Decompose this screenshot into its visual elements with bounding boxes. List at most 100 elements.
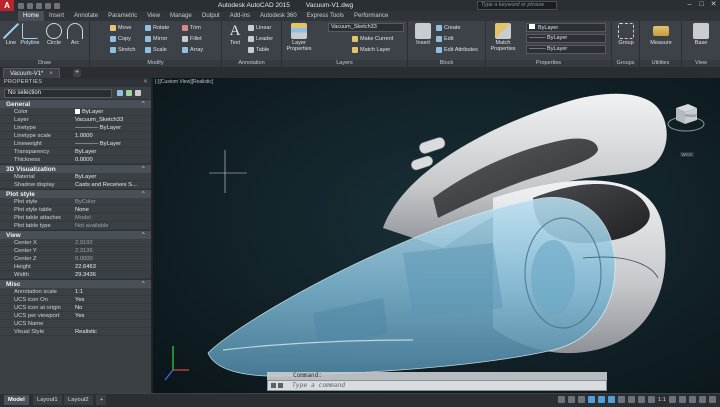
- property-value[interactable]: 1.0000: [61, 132, 151, 139]
- property-row[interactable]: Color ByLayer: [0, 108, 151, 116]
- toggle-pickadd-icon[interactable]: [117, 90, 123, 96]
- property-row[interactable]: Visual Style Realistic: [0, 328, 151, 336]
- circle-button[interactable]: Circle: [43, 23, 65, 46]
- collapse-chevron-icon[interactable]: ⌃: [141, 165, 146, 174]
- measure-button[interactable]: Measure: [648, 23, 674, 46]
- property-row[interactable]: Thickness 0.0000: [0, 156, 151, 164]
- viewport-controls-label[interactable]: [-][Custom View][Realistic]: [155, 79, 213, 85]
- tab-insert[interactable]: Insert: [44, 11, 69, 21]
- draw-panel-title[interactable]: Draw: [0, 60, 89, 67]
- property-value[interactable]: Not available: [61, 222, 151, 229]
- property-value[interactable]: Yes: [61, 312, 151, 319]
- customization-icon[interactable]: [709, 396, 716, 403]
- property-value[interactable]: ByLayer: [61, 148, 151, 155]
- snap-icon[interactable]: [577, 396, 585, 403]
- property-value[interactable]: 2.3136: [61, 247, 151, 254]
- property-value[interactable]: Casts and Receives S...: [61, 181, 151, 188]
- close-tab-icon[interactable]: ×: [49, 71, 53, 77]
- drawing-viewport[interactable]: [-][Custom View][Realistic] FRONT WCS: [153, 78, 720, 393]
- layers-panel-title[interactable]: Layers: [282, 60, 407, 67]
- ortho-icon[interactable]: [587, 396, 595, 403]
- minimize-icon[interactable]: –: [685, 1, 694, 9]
- hardware-acceleration-icon[interactable]: [689, 396, 696, 403]
- property-value[interactable]: Yes: [61, 296, 151, 303]
- tab-output[interactable]: Output: [197, 11, 225, 21]
- property-row[interactable]: Center Y 2.3136: [0, 247, 151, 255]
- collapse-chevron-icon[interactable]: ⌃: [141, 190, 146, 199]
- save-icon[interactable]: [36, 2, 42, 9]
- property-value[interactable]: Vacuum_Sketch33: [61, 116, 151, 123]
- model-space-icon[interactable]: [557, 396, 565, 403]
- wcs-menu[interactable]: WCS: [679, 152, 694, 157]
- property-value[interactable]: Model: [61, 214, 151, 221]
- text-button[interactable]: A Text: [224, 23, 246, 46]
- property-value[interactable]: 22.6463: [61, 263, 151, 270]
- redo-icon[interactable]: [54, 2, 60, 9]
- isolate-objects-icon[interactable]: [679, 396, 686, 403]
- file-tab-vacuum[interactable]: Vacuum-V1* ×: [3, 68, 60, 78]
- property-value[interactable]: 0.0000: [61, 255, 151, 262]
- open-icon[interactable]: [27, 2, 33, 9]
- property-value[interactable]: ———— ByLayer: [61, 140, 151, 147]
- section-3d-visualization[interactable]: 3D Visualization ⌃: [0, 164, 151, 173]
- property-row[interactable]: Width 29.3436: [0, 271, 151, 279]
- move-button[interactable]: Move: [110, 23, 131, 32]
- grid-icon[interactable]: [567, 396, 575, 403]
- annotation-visibility-icon[interactable]: [637, 396, 645, 403]
- properties-panel-title[interactable]: Properties: [486, 60, 611, 67]
- array-button[interactable]: Array: [182, 45, 203, 54]
- property-value[interactable]: [61, 320, 151, 327]
- arc-button[interactable]: Arc: [64, 23, 86, 46]
- viewcube[interactable]: FRONT: [666, 96, 706, 136]
- tab-parametric[interactable]: Parametric: [103, 11, 142, 21]
- collapse-chevron-icon[interactable]: ⌃: [141, 231, 146, 240]
- close-icon[interactable]: ✕: [709, 1, 718, 9]
- tab-performance[interactable]: Performance: [349, 11, 393, 21]
- layer-properties-button[interactable]: Layer Properties: [285, 23, 313, 52]
- quick-select-icon[interactable]: [135, 90, 141, 96]
- mirror-button[interactable]: Mirror: [145, 34, 167, 43]
- property-row[interactable]: Plot style table None: [0, 206, 151, 214]
- selection-dropdown[interactable]: No selection: [4, 88, 112, 98]
- utilities-panel-title[interactable]: Utilities: [640, 60, 681, 67]
- command-input[interactable]: Type a command: [292, 382, 345, 389]
- model-tab[interactable]: Model: [4, 395, 29, 405]
- property-row[interactable]: Plot table attached to Model: [0, 214, 151, 222]
- property-row[interactable]: Shadow display Casts and Receives S...: [0, 181, 151, 189]
- annotation-scale-icon[interactable]: [647, 396, 655, 403]
- property-row[interactable]: Linetype scale 1.0000: [0, 132, 151, 140]
- linetype-dropdown[interactable]: ——— ByLayer: [526, 34, 606, 43]
- property-row[interactable]: Material ByLayer: [0, 173, 151, 181]
- application-menu-button[interactable]: A: [0, 0, 14, 11]
- clean-screen-icon[interactable]: [699, 396, 706, 403]
- fillet-button[interactable]: Fillet: [182, 34, 202, 43]
- annotation-panel-title[interactable]: Annotation: [222, 60, 281, 67]
- customize-icon[interactable]: [278, 383, 283, 388]
- group-button[interactable]: Group: [615, 23, 637, 46]
- maximize-icon[interactable]: □: [697, 1, 706, 9]
- tab-annotate[interactable]: Annotate: [69, 11, 103, 21]
- property-value[interactable]: ByLayer: [61, 173, 151, 180]
- layer-dropdown[interactable]: Vacuum_Sketch33: [328, 23, 404, 32]
- new-tab-button[interactable]: +: [73, 69, 81, 77]
- stretch-button[interactable]: Stretch: [110, 45, 135, 54]
- property-value[interactable]: 29.3436: [61, 271, 151, 278]
- base-view-button[interactable]: Base: [690, 23, 712, 46]
- block-panel-title[interactable]: Block: [408, 60, 485, 67]
- new-icon[interactable]: [18, 2, 24, 9]
- property-row[interactable]: Plot table type Not available: [0, 222, 151, 230]
- property-row[interactable]: Lineweight ———— ByLayer: [0, 140, 151, 148]
- workspace-icon[interactable]: [669, 396, 676, 403]
- property-value[interactable]: ByLayer: [61, 108, 151, 115]
- add-layout-button[interactable]: +: [96, 395, 106, 405]
- tab-view[interactable]: View: [142, 11, 165, 21]
- view-panel-title[interactable]: View: [682, 60, 720, 67]
- property-value[interactable]: Realistic: [61, 328, 151, 335]
- match-layer-button[interactable]: Match Layer: [352, 45, 390, 54]
- scale-button[interactable]: Scale: [145, 45, 167, 54]
- tab-autodesk-360[interactable]: Autodesk 360: [255, 11, 302, 21]
- insert-button[interactable]: Insert: [412, 23, 434, 46]
- make-current-button[interactable]: Make Current: [352, 34, 393, 43]
- section-plot-style[interactable]: Plot style ⌃: [0, 189, 151, 198]
- collapse-chevron-icon[interactable]: ⌃: [141, 280, 146, 289]
